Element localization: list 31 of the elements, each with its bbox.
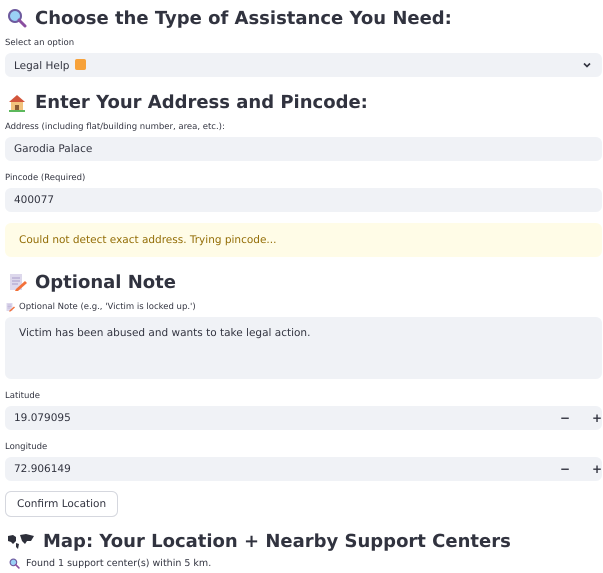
section-heading: Choose the Type of Assistance You Need: bbox=[35, 8, 452, 28]
field-label: Pincode (Required) bbox=[5, 172, 86, 182]
input-field[interactable]: Garodia Palace bbox=[5, 137, 602, 161]
number-input[interactable]: 72.906149 − + bbox=[5, 457, 602, 481]
number-input[interactable]: 19.079095 − + bbox=[5, 406, 602, 430]
chevron-down-icon bbox=[582, 60, 592, 70]
square-icon bbox=[75, 58, 86, 70]
magnifier-icon bbox=[9, 558, 20, 569]
field-label: Select an option bbox=[5, 38, 74, 48]
info-message: Found 1 support center(s) within 5 km. bbox=[26, 558, 212, 569]
section-heading: Map: Your Location + Nearby Support Centers bbox=[43, 530, 511, 552]
memo-icon bbox=[7, 272, 27, 292]
warning-message: Could not detect exact address. Trying pincode... bbox=[5, 223, 602, 257]
field-label: Latitude bbox=[5, 390, 40, 400]
increment-button[interactable]: + bbox=[592, 462, 602, 476]
field-label: Optional Note (e.g., 'Victim is locked up.') bbox=[19, 302, 196, 312]
world-map-icon bbox=[7, 531, 35, 551]
magnifier-icon bbox=[7, 8, 27, 28]
confirm-location-button[interactable]: Confirm Location bbox=[5, 491, 118, 517]
decrement-button[interactable]: − bbox=[560, 462, 570, 476]
increment-button[interactable]: + bbox=[592, 411, 602, 425]
note-textarea[interactable]: Victim has been abused and wants to take legal action. bbox=[5, 317, 602, 379]
input-field[interactable]: 400077 bbox=[5, 188, 602, 212]
memo-icon bbox=[5, 302, 15, 312]
section-heading: Enter Your Address and Pincode: bbox=[35, 92, 368, 112]
section-heading: Optional Note bbox=[35, 272, 176, 292]
field-label: Address (including flat/building number, area, etc.): bbox=[5, 122, 225, 132]
house-icon bbox=[7, 92, 27, 112]
decrement-button[interactable]: − bbox=[560, 411, 570, 425]
option-select[interactable]: Legal Help bbox=[5, 53, 602, 77]
field-label: Longitude bbox=[5, 442, 48, 452]
